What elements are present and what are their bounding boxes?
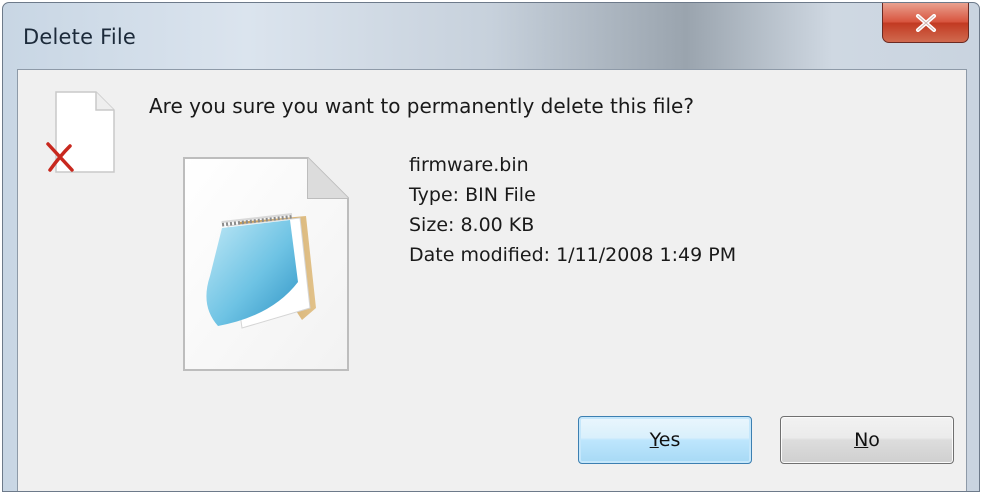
yes-button[interactable]: Yes (578, 416, 752, 464)
file-size: Size: 8.00 KB (409, 214, 535, 236)
yes-accel-key: Y (649, 429, 659, 451)
yes-button-label: Yes (650, 429, 681, 451)
no-button-label: No (854, 429, 880, 451)
title-bar[interactable]: Delete File (3, 3, 979, 69)
close-icon (915, 13, 936, 32)
dialog-content: Are you sure you want to permanently del… (17, 69, 967, 491)
file-details: firmware.bin Type: BIN File Size: 8.00 K… (409, 150, 736, 270)
file-type: Type: BIN File (409, 184, 536, 206)
no-accel-key: N (854, 429, 869, 451)
delete-file-dialog: Delete File Are you sure you want to per… (2, 2, 980, 492)
file-date-modified: Date modified: 1/11/2008 1:49 PM (409, 244, 737, 266)
file-name: firmware.bin (409, 154, 529, 176)
notepad-document-icon (183, 157, 349, 371)
confirmation-question: Are you sure you want to permanently del… (149, 94, 694, 118)
delete-file-icon (46, 91, 115, 173)
yes-label-rest: es (658, 429, 681, 451)
no-button[interactable]: No (780, 416, 954, 464)
no-label-rest: o (868, 429, 880, 451)
close-button[interactable] (882, 3, 969, 43)
window-title: Delete File (23, 25, 137, 49)
